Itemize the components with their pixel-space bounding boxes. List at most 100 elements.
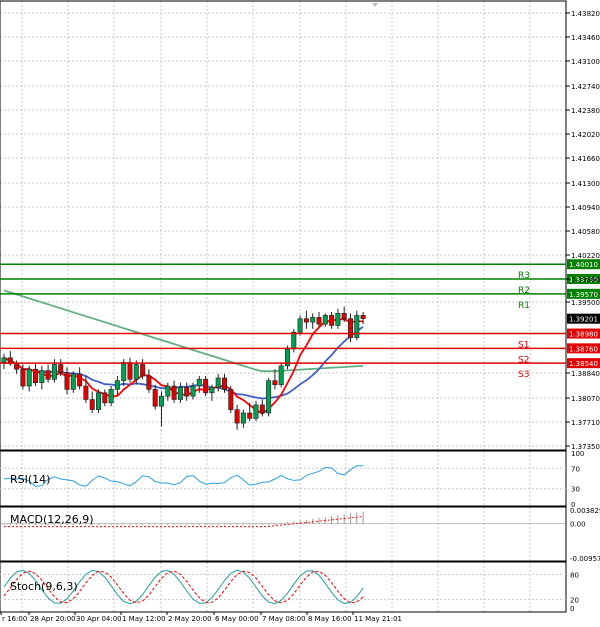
panel-frame xyxy=(0,450,567,507)
candle-body[interactable] xyxy=(203,379,209,394)
candle-body[interactable] xyxy=(215,377,221,388)
candle-body[interactable] xyxy=(234,409,240,424)
candle-body[interactable] xyxy=(127,362,133,380)
candle-body[interactable] xyxy=(247,412,253,419)
time-label: 2 May 20:00 xyxy=(168,615,212,623)
candle-body[interactable] xyxy=(96,392,102,410)
trading-chart[interactable]: R31.40010R21.39790R11.39570S11.38980S21.… xyxy=(0,0,600,627)
moving-averages xyxy=(3,289,364,415)
candle-body[interactable] xyxy=(341,313,347,320)
rsi-panel: 10070300RSI(14) xyxy=(0,450,584,509)
candle-body[interactable] xyxy=(114,380,120,390)
stoch-tick-label: 20 xyxy=(570,597,579,605)
last-price-label: 1.39201 xyxy=(569,316,598,324)
candle-body[interactable] xyxy=(322,315,328,325)
price-tick-label: 1.42020 xyxy=(571,131,600,139)
candle-body[interactable] xyxy=(20,368,26,387)
price-tick-label: 1.41660 xyxy=(571,155,600,163)
price-tick-label: 1.40580 xyxy=(571,228,600,236)
candle-body[interactable] xyxy=(316,317,322,325)
scroll-marker-icon[interactable] xyxy=(372,3,378,7)
price-tick-label: 1.41300 xyxy=(571,180,600,188)
candle-body[interactable] xyxy=(58,364,64,373)
macd-tick-label: -0.00957 xyxy=(570,555,600,563)
candle-body[interactable] xyxy=(266,380,272,414)
candle-body[interactable] xyxy=(102,392,108,404)
candle-body[interactable] xyxy=(26,368,32,387)
price-tick-label: 1.37710 xyxy=(571,419,600,427)
price-tick-label: 1.40220 xyxy=(571,252,600,260)
level-name-r1: R1 xyxy=(518,301,530,311)
rsi-tick-label: 30 xyxy=(571,486,580,494)
price-tick-label: 1.43820 xyxy=(571,10,600,18)
level-price-label: 1.39570 xyxy=(569,291,598,299)
candle-body[interactable] xyxy=(165,385,171,397)
candle-body[interactable] xyxy=(77,373,83,387)
stoch-tick-label: 80 xyxy=(570,571,579,579)
macd-tick-label: 0.00 xyxy=(570,521,586,529)
candle-body[interactable] xyxy=(64,372,70,390)
candle-body[interactable] xyxy=(159,395,165,407)
candle-body[interactable] xyxy=(89,399,95,410)
price-tick-label: 1.40940 xyxy=(571,204,600,212)
candle-body[interactable] xyxy=(335,313,341,326)
level-price-label: 1.38980 xyxy=(569,331,598,339)
candle-body[interactable] xyxy=(278,365,284,386)
price-tick-label: 1.39860 xyxy=(571,276,600,284)
price-tick-label: 1.39500 xyxy=(571,299,600,307)
level-price-label: 1.38540 xyxy=(569,360,598,368)
candle-body[interactable] xyxy=(253,404,259,419)
candle-body[interactable] xyxy=(39,370,45,383)
candle-body[interactable] xyxy=(228,389,234,410)
candle-body[interactable] xyxy=(140,364,146,377)
time-label: 30 Apr 04:00 xyxy=(76,615,122,623)
candle-body[interactable] xyxy=(360,315,366,320)
candle-body[interactable] xyxy=(1,357,7,363)
time-label: 6 May 00:00 xyxy=(215,615,259,623)
time-label: 11 May 21:01 xyxy=(354,615,402,623)
level-price-label: 1.40010 xyxy=(569,261,598,269)
candle-body[interactable] xyxy=(83,385,89,400)
price-tick-label: 1.43460 xyxy=(571,34,600,42)
candle-body[interactable] xyxy=(133,364,139,380)
time-label: 1 May 12:00 xyxy=(122,615,166,623)
panel-frame xyxy=(0,561,567,613)
candle-body[interactable] xyxy=(177,387,183,400)
candle-body[interactable] xyxy=(14,363,20,370)
candle-body[interactable] xyxy=(108,389,114,404)
candle-body[interactable] xyxy=(347,318,353,338)
candle-body[interactable] xyxy=(184,387,190,397)
rsi-line xyxy=(3,465,364,487)
stoch-tick-label: 0 xyxy=(570,605,574,613)
price-tick-label: 1.38840 xyxy=(571,370,600,378)
candle-body[interactable] xyxy=(303,318,309,323)
candle-body[interactable] xyxy=(272,380,278,386)
candle-body[interactable] xyxy=(171,385,177,400)
candle-body[interactable] xyxy=(32,368,38,383)
candle-body[interactable] xyxy=(209,387,215,394)
candle-body[interactable] xyxy=(190,385,196,397)
candle-body[interactable] xyxy=(329,315,335,326)
price-tick-label: 1.42740 xyxy=(571,83,600,91)
candle-body[interactable] xyxy=(152,389,158,407)
candle-body[interactable] xyxy=(259,404,265,414)
level-name-s3: S3 xyxy=(518,370,529,380)
rsi-label: RSI(14) xyxy=(10,473,50,486)
candle-body[interactable] xyxy=(51,364,57,380)
rsi-tick-label: 100 xyxy=(571,450,584,458)
candle-body[interactable] xyxy=(297,318,303,333)
candle-body[interactable] xyxy=(310,317,316,323)
time-label: 8 May 16:00 xyxy=(308,615,352,623)
candle-body[interactable] xyxy=(146,375,152,390)
candle-body[interactable] xyxy=(196,379,202,387)
price-tick-label: 1.42380 xyxy=(571,107,600,115)
macd-label: MACD(12,26,9) xyxy=(10,513,94,526)
candle-body[interactable] xyxy=(121,362,127,381)
candle-body[interactable] xyxy=(291,331,297,350)
candle-body[interactable] xyxy=(45,370,51,380)
stoch-label: Stoch(9,6,3) xyxy=(10,580,78,593)
candle-body[interactable] xyxy=(70,373,76,390)
price-axis: 1.43820 1.43460 1.43100 1.42740 1.42380 1.420… xyxy=(566,10,600,451)
candle-body[interactable] xyxy=(222,377,228,390)
candle-body[interactable] xyxy=(240,412,246,424)
